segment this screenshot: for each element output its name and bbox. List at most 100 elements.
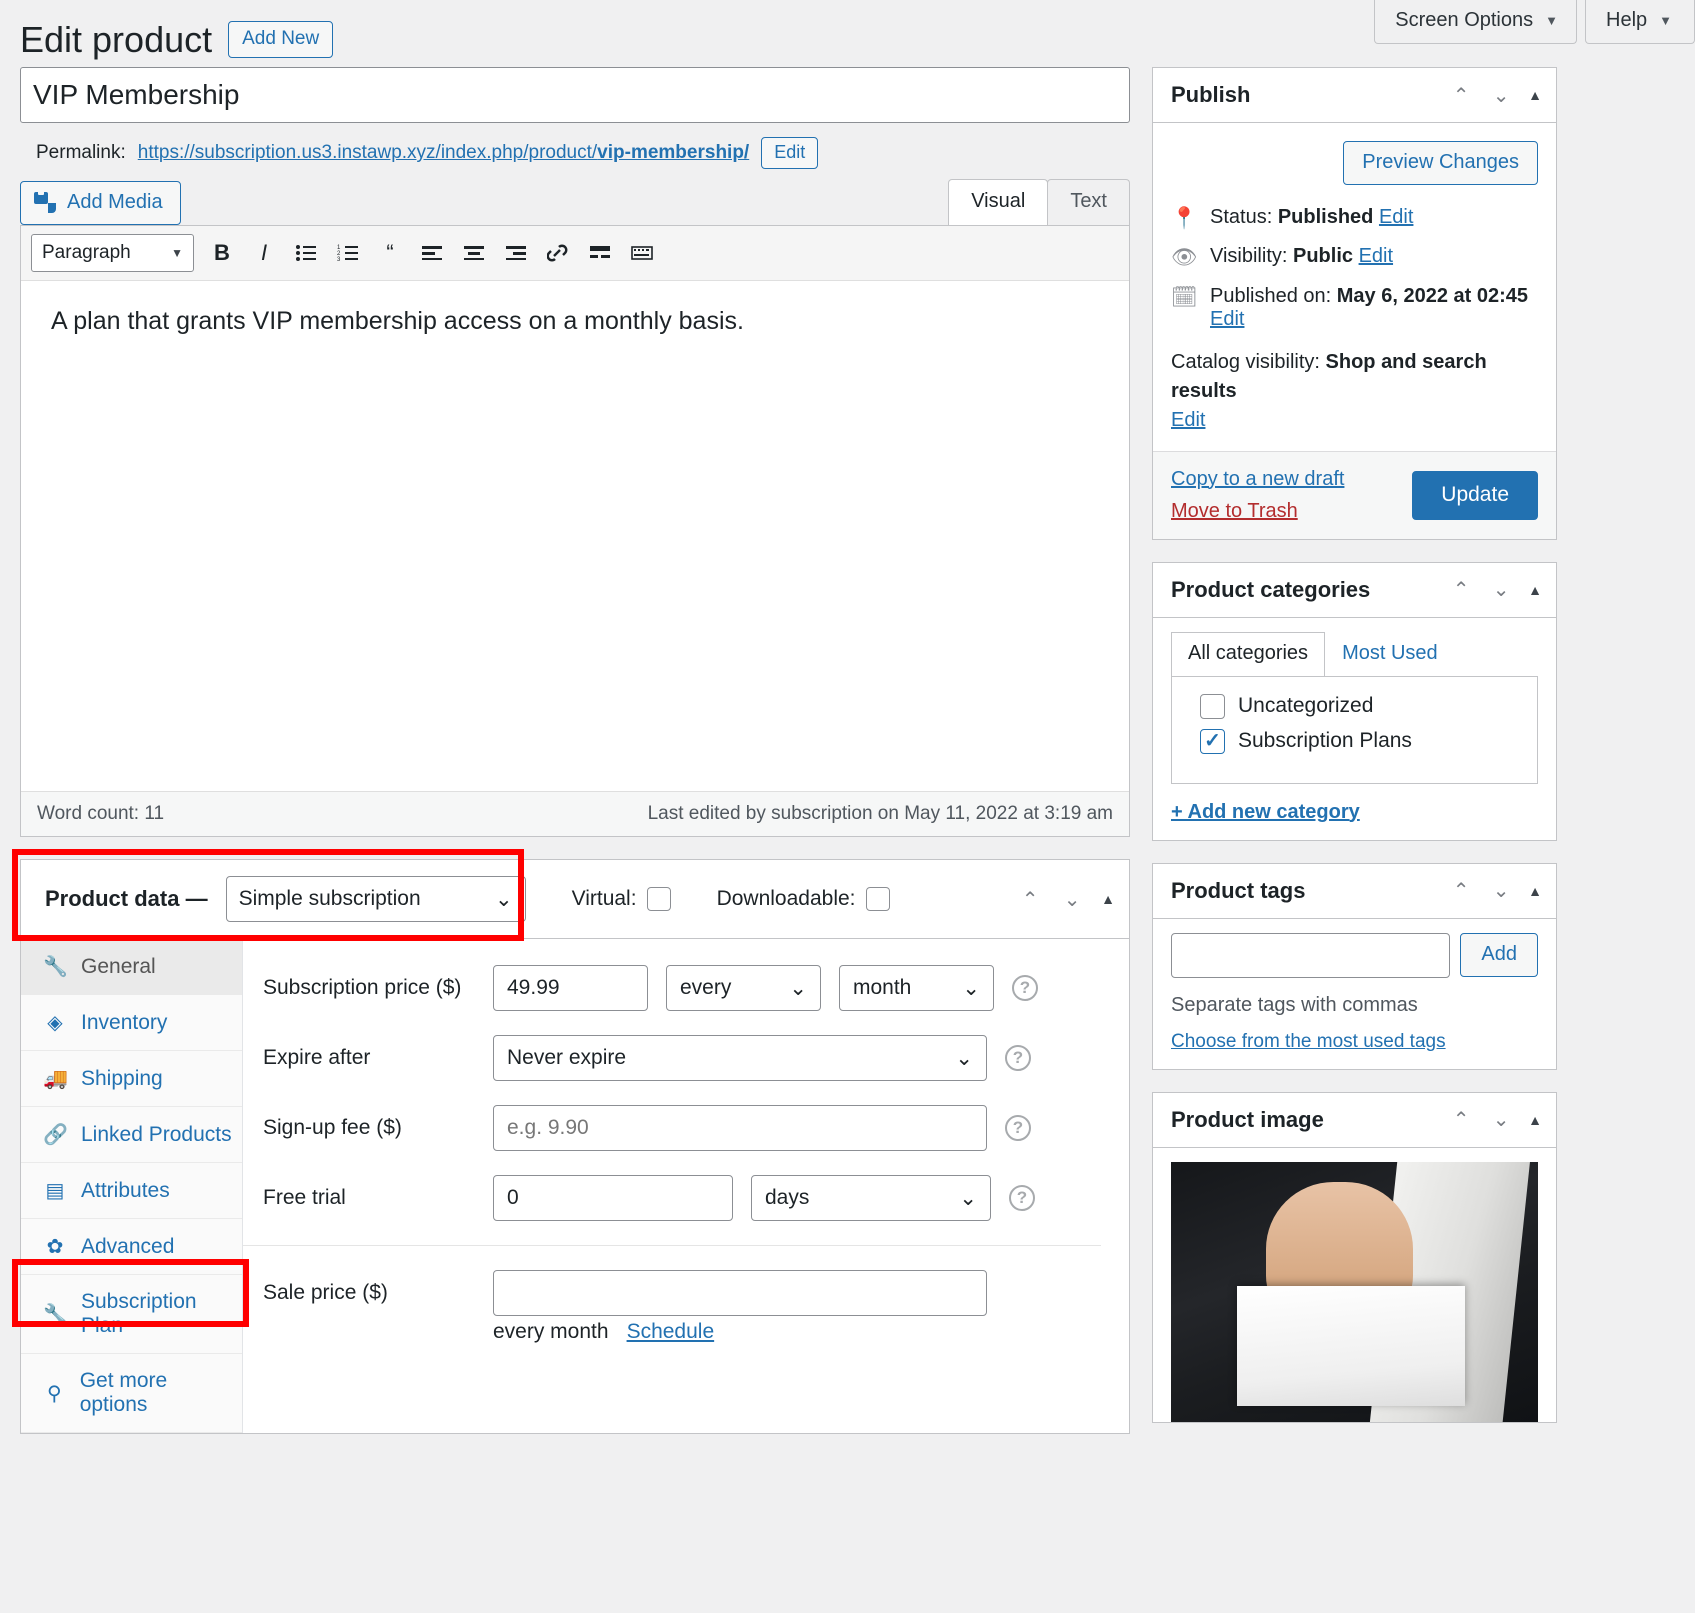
editor-top-bar: Add Media Visual Text	[20, 179, 1130, 225]
schedule-link[interactable]: Schedule	[627, 1320, 715, 1344]
paragraph-format-select[interactable]: Paragraph ▼	[31, 234, 194, 272]
pd-tab-attributes[interactable]: ▤ Attributes	[21, 1163, 242, 1219]
preview-changes-button[interactable]: Preview Changes	[1343, 141, 1538, 185]
add-tag-button[interactable]: Add	[1460, 933, 1538, 977]
move-up-icon[interactable]: ⌃	[1448, 1107, 1474, 1133]
product-categories-title: Product categories	[1171, 577, 1370, 603]
move-up-icon[interactable]: ⌃	[1448, 878, 1474, 904]
signup-fee-input[interactable]: e.g. 9.90	[493, 1105, 987, 1151]
move-up-icon[interactable]: ⌃	[1017, 886, 1043, 912]
field-expire-after: Expire after Never expire ⌄ ?	[263, 1035, 1101, 1081]
chevron-down-icon: ⌄	[495, 887, 513, 912]
tab-most-used[interactable]: Most Used	[1325, 632, 1455, 676]
pd-tab-get-more-options[interactable]: ⚲ Get more options	[21, 1354, 242, 1433]
tab-all-categories[interactable]: All categories	[1171, 632, 1325, 676]
help-tip-icon[interactable]: ?	[1005, 1115, 1031, 1141]
choose-most-used-tags-link[interactable]: Choose from the most used tags	[1171, 1031, 1446, 1052]
subscription-price-input[interactable]: 49.99	[493, 965, 648, 1011]
editor-content-area[interactable]: A plan that grants VIP membership access…	[21, 281, 1129, 791]
move-down-icon[interactable]: ⌄	[1488, 82, 1514, 108]
product-categories-header: Product categories ⌃ ⌄ ▲	[1153, 563, 1556, 618]
italic-icon[interactable]: I	[246, 235, 282, 271]
align-right-icon[interactable]	[498, 235, 534, 271]
add-new-button[interactable]: Add New	[228, 21, 333, 58]
screen-options-button[interactable]: Screen Options ▼	[1374, 0, 1577, 44]
virtual-checkbox[interactable]	[647, 887, 671, 911]
blockquote-icon[interactable]: “	[372, 235, 408, 271]
editor-toolbar: Paragraph ▼ B I 123 “	[21, 226, 1129, 281]
move-up-icon[interactable]: ⌃	[1448, 82, 1474, 108]
category-checkbox-subscription-plans[interactable]	[1200, 729, 1225, 754]
free-trial-input[interactable]: 0	[493, 1175, 733, 1221]
subscription-period-select[interactable]: month ⌄	[839, 965, 994, 1011]
status-edit-link[interactable]: Edit	[1379, 206, 1413, 228]
align-center-icon[interactable]	[456, 235, 492, 271]
category-checkbox-uncategorized[interactable]	[1200, 694, 1225, 719]
sale-price-input[interactable]	[493, 1270, 987, 1316]
sale-price-label: Sale price ($)	[263, 1281, 493, 1305]
pd-tab-general-label: General	[81, 955, 156, 979]
move-down-icon[interactable]: ⌄	[1488, 577, 1514, 603]
downloadable-checkbox-group[interactable]: Downloadable:	[717, 887, 890, 911]
update-button[interactable]: Update	[1412, 471, 1538, 520]
toggle-panel-icon[interactable]: ▲	[1528, 87, 1542, 103]
add-new-category-link[interactable]: + Add new category	[1171, 801, 1360, 824]
help-tip-icon[interactable]: ?	[1012, 975, 1038, 1001]
subscription-period-value: month	[853, 976, 911, 1000]
pin-icon: 📍	[1171, 206, 1197, 231]
toolbar-toggle-icon[interactable]	[624, 235, 660, 271]
help-label: Help	[1606, 9, 1647, 32]
chevron-down-icon: ▼	[1545, 13, 1558, 28]
expire-after-select[interactable]: Never expire ⌄	[493, 1035, 987, 1081]
catalog-visibility-edit-link[interactable]: Edit	[1171, 409, 1205, 431]
bulleted-list-icon[interactable]	[288, 235, 324, 271]
move-to-trash-link[interactable]: Move to Trash	[1171, 500, 1344, 523]
tag-input[interactable]	[1171, 933, 1450, 978]
toggle-panel-icon[interactable]: ▲	[1528, 883, 1542, 899]
edit-permalink-button[interactable]: Edit	[761, 137, 818, 169]
pd-tab-subscription-plan[interactable]: 🔧 Subscription Plan	[21, 1275, 242, 1354]
last-edited: Last edited by subscription on May 11, 2…	[648, 803, 1113, 825]
product-title-input[interactable]	[20, 67, 1130, 123]
toggle-panel-icon[interactable]: ▲	[1528, 582, 1542, 598]
move-down-icon[interactable]: ⌄	[1059, 886, 1085, 912]
virtual-checkbox-group[interactable]: Virtual:	[572, 887, 671, 911]
pd-tab-linked-products[interactable]: 🔗 Linked Products	[21, 1107, 242, 1163]
add-media-button[interactable]: Add Media	[20, 181, 181, 225]
copy-to-new-draft-link[interactable]: Copy to a new draft	[1171, 468, 1344, 491]
category-item-subscription-plans[interactable]: Subscription Plans	[1200, 724, 1537, 759]
subscription-interval-select[interactable]: every ⌄	[666, 965, 821, 1011]
product-image-thumbnail[interactable]	[1171, 1162, 1538, 1422]
box-icon: ◈	[43, 1010, 67, 1035]
bold-icon[interactable]: B	[204, 235, 240, 271]
help-tip-icon[interactable]: ?	[1005, 1045, 1031, 1071]
pd-tab-advanced-label: Advanced	[81, 1235, 174, 1259]
free-trial-unit-select[interactable]: days ⌄	[751, 1175, 991, 1221]
tab-text[interactable]: Text	[1047, 179, 1130, 225]
toggle-panel-icon[interactable]: ▲	[1101, 891, 1115, 907]
read-more-icon[interactable]	[582, 235, 618, 271]
move-down-icon[interactable]: ⌄	[1488, 1107, 1514, 1133]
pd-tab-inventory[interactable]: ◈ Inventory	[21, 995, 242, 1051]
pd-tab-advanced[interactable]: ✿ Advanced	[21, 1219, 242, 1275]
add-media-label: Add Media	[67, 192, 163, 212]
insert-link-icon[interactable]	[540, 235, 576, 271]
category-tabs: All categories Most Used	[1171, 632, 1538, 677]
numbered-list-icon[interactable]: 123	[330, 235, 366, 271]
tab-visual[interactable]: Visual	[948, 179, 1048, 225]
help-button[interactable]: Help ▼	[1585, 0, 1695, 44]
pd-tab-shipping[interactable]: 🚚 Shipping	[21, 1051, 242, 1107]
visibility-edit-link[interactable]: Edit	[1359, 245, 1393, 267]
permalink-link[interactable]: https://subscription.us3.instawp.xyz/ind…	[138, 142, 749, 164]
move-up-icon[interactable]: ⌃	[1448, 577, 1474, 603]
published-on-edit-link[interactable]: Edit	[1210, 308, 1244, 330]
pd-tab-general[interactable]: 🔧 General	[21, 939, 242, 995]
align-left-icon[interactable]	[414, 235, 450, 271]
move-down-icon[interactable]: ⌄	[1488, 878, 1514, 904]
downloadable-checkbox[interactable]	[866, 887, 890, 911]
toggle-panel-icon[interactable]: ▲	[1528, 1112, 1542, 1128]
field-sale-price: Sale price ($)	[263, 1270, 1101, 1316]
help-tip-icon[interactable]: ?	[1009, 1185, 1035, 1211]
category-item-uncategorized[interactable]: Uncategorized	[1200, 689, 1537, 724]
product-type-select[interactable]: Simple subscription ⌄	[226, 876, 526, 922]
